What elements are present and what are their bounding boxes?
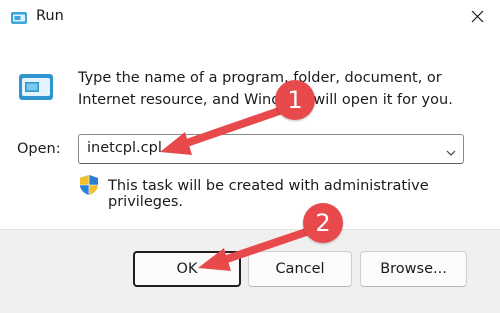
run-icon <box>10 9 28 27</box>
run-dialog-icon <box>17 72 57 104</box>
run-dialog: Run Type the name of a program, folder, … <box>0 0 500 313</box>
close-icon <box>471 10 484 23</box>
chevron-down-icon[interactable] <box>445 144 457 156</box>
cancel-button[interactable]: Cancel <box>248 251 352 287</box>
close-button[interactable] <box>458 0 498 36</box>
admin-notice: This task will be created with administr… <box>108 178 429 210</box>
browse-button[interactable]: Browse... <box>360 251 467 287</box>
open-combobox[interactable]: inetcpl.cpl <box>78 134 464 164</box>
open-input[interactable]: inetcpl.cpl <box>87 140 162 156</box>
title-bar: Run <box>0 0 500 36</box>
window-title: Run <box>36 8 64 24</box>
step-badge-1: 1 <box>275 80 315 120</box>
open-label: Open: <box>17 141 61 157</box>
step-badge-2: 2 <box>303 203 343 243</box>
ok-button[interactable]: OK <box>133 251 241 287</box>
shield-icon <box>78 174 100 196</box>
